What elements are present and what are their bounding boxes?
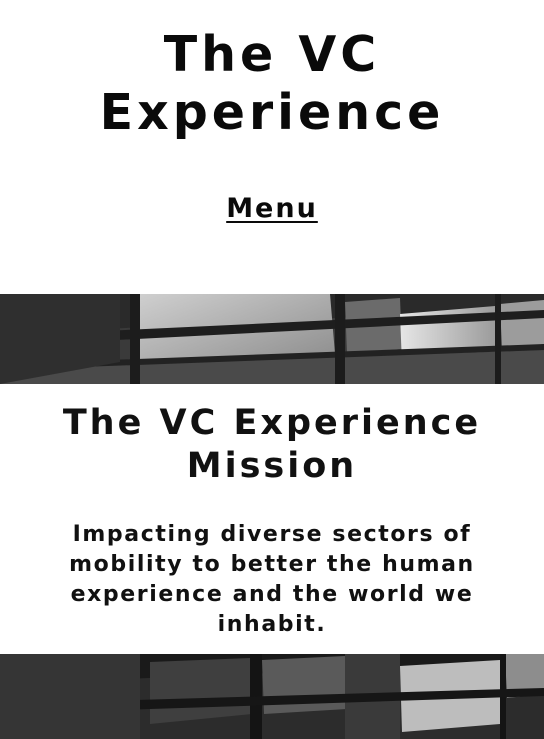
menu-link[interactable]: Menu [0,192,544,226]
building-facade-image [0,654,544,739]
mission-statement: Impacting diverse sectors of mobility to… [69,522,475,637]
mission-title: The VC Experience Mission [62,403,482,486]
mission-section: The VC Experience Mission Impacting dive… [0,384,544,654]
building-facade-image [0,294,544,384]
site-header: The VC Experience Menu [0,0,544,294]
building-photo-banner-top [0,294,544,384]
building-photo-banner-bottom [0,654,544,739]
site-title[interactable]: The VC Experience [0,26,544,142]
